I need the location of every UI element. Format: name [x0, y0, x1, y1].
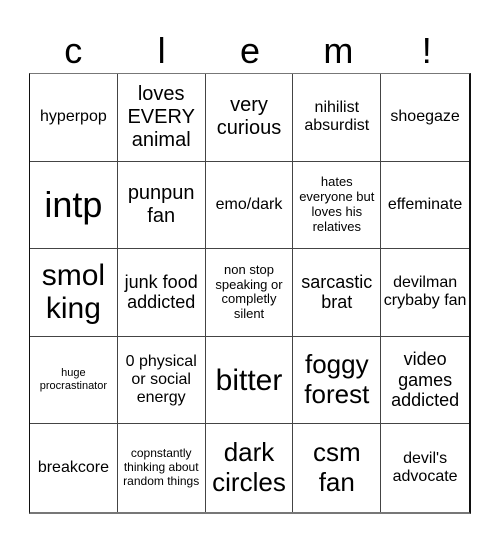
bingo-cell[interactable]: csm fan [293, 424, 382, 512]
bingo-cell[interactable]: very curious [205, 74, 294, 162]
bingo-cell[interactable]: devilman crybaby fan [381, 249, 469, 337]
bingo-cell[interactable]: sarcastic brat [293, 249, 382, 337]
bingo-title: c l e m ! [29, 28, 471, 73]
title-letter-c: c [64, 30, 83, 71]
title-letter-exclamation: ! [421, 30, 432, 71]
bingo-cell[interactable]: copnstantly thinking about random things [118, 424, 206, 512]
title-letter-m: m [323, 30, 354, 71]
bingo-cell[interactable]: dark circles [206, 424, 294, 512]
title-letter-e: e [239, 30, 260, 71]
bingo-cell[interactable]: hyperpop [30, 74, 118, 162]
bingo-cell[interactable]: non stop speaking or completly silent [205, 249, 294, 337]
bingo-board: hyperpop loves EVERY animal very curious… [29, 73, 471, 514]
bingo-cell[interactable]: emo/dark [205, 161, 294, 250]
bingo-cell[interactable]: breakcore [30, 424, 118, 512]
bingo-cell[interactable]: nihilist absurdist [293, 74, 382, 162]
bingo-cell[interactable]: hates everyone but loves his relatives [293, 161, 382, 250]
bingo-cell[interactable]: shoegaze [381, 74, 469, 162]
bingo-cell[interactable]: video games addicted [381, 337, 469, 425]
bingo-cell[interactable]: punpun fan [117, 161, 206, 250]
bingo-cell[interactable]: devil's advocate [381, 424, 469, 512]
bingo-cell[interactable]: junk food addicted [117, 249, 206, 337]
bingo-cell[interactable]: effeminate [381, 162, 469, 250]
bingo-cell[interactable]: bitter [205, 336, 294, 425]
title-letter-l: l [157, 30, 166, 71]
bingo-cell[interactable]: intp [30, 161, 118, 250]
bingo-cell[interactable]: foggy forest [293, 336, 382, 425]
bingo-cell[interactable]: loves EVERY animal [117, 74, 206, 162]
bingo-cell[interactable]: huge procrastinator [30, 336, 118, 425]
bingo-cell[interactable]: smol king [30, 249, 118, 337]
bingo-cell[interactable]: 0 physical or social energy [117, 336, 206, 425]
